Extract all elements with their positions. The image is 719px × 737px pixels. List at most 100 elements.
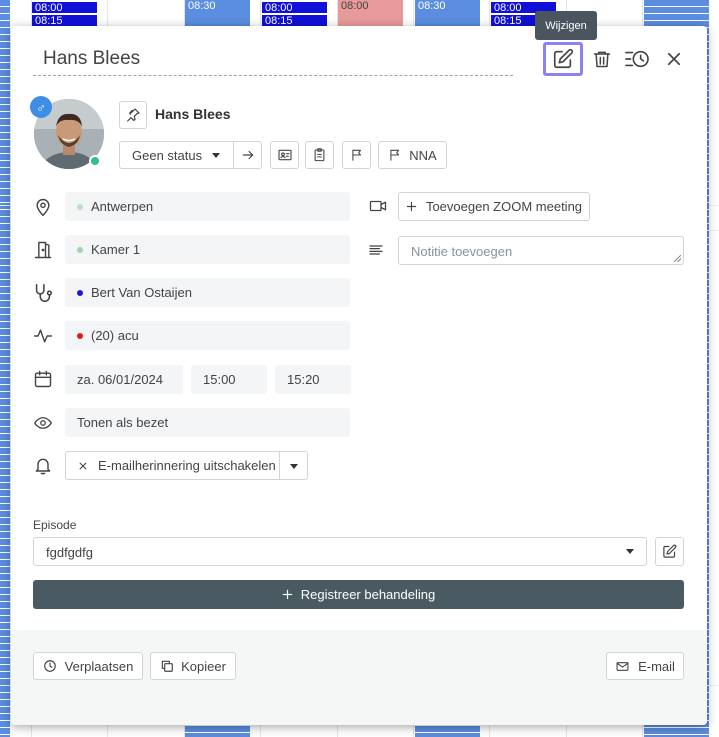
email-label: E-mail	[638, 658, 675, 674]
notes-placeholder: Notitie toevoegen	[411, 244, 513, 259]
patient-card-button[interactable]	[270, 141, 299, 169]
slot-time: 08:00	[265, 2, 293, 13]
dialog-title[interactable]: Hans Blees	[33, 46, 513, 76]
register-label: Registreer behandeling	[300, 587, 436, 602]
clipboard-button[interactable]	[305, 141, 334, 169]
calendar-icon	[31, 367, 55, 391]
eye-icon	[31, 411, 55, 435]
stethoscope-icon	[31, 281, 55, 305]
practitioner-field[interactable]: Bert Van Ostaijen	[65, 278, 350, 307]
start-time-value: 15:00	[203, 372, 236, 387]
history-icon	[625, 50, 649, 68]
slot-time: 08:15	[265, 15, 293, 26]
episode-label: Episode	[33, 518, 77, 532]
practitioner-value: Bert Van Ostaijen	[91, 285, 192, 300]
status-value: Geen status	[132, 147, 203, 163]
slot-time: 08:00	[341, 0, 369, 12]
add-zoom-meeting-button[interactable]: Toevoegen ZOOM meeting	[398, 192, 590, 221]
online-status-dot	[89, 155, 101, 167]
trash-icon	[593, 51, 611, 68]
plus-icon	[282, 589, 292, 600]
gender-male-badge: ♂	[30, 96, 52, 118]
edit-episode-button[interactable]	[655, 537, 684, 566]
calendar-appointment[interactable]: 08:15	[32, 15, 97, 26]
reminder-button[interactable]: E-mailherinnering uitschakelen	[65, 451, 280, 480]
zoom-label: Toevoegen ZOOM meeting	[425, 199, 583, 214]
move-button[interactable]: Verplaatsen	[33, 652, 143, 680]
pin-icon	[127, 108, 140, 122]
notes-icon	[364, 238, 388, 262]
arrow-right-icon	[242, 150, 253, 160]
close-icon	[79, 462, 87, 469]
room-dot	[77, 246, 83, 253]
nna-flag-button[interactable]: NNA	[378, 141, 447, 169]
start-time-field[interactable]: 15:00	[191, 365, 267, 394]
calendar-appointment[interactable]: 08:30	[415, 0, 480, 26]
calendar-appointment[interactable]: 08:00	[32, 2, 97, 13]
room-field[interactable]: Kamer 1	[65, 235, 350, 264]
treatment-field[interactable]: (20) acu	[65, 321, 350, 350]
patient-name[interactable]: Hans Blees	[155, 106, 230, 122]
calendar-appointment[interactable]: 08:15	[262, 15, 327, 26]
copy-label: Kopieer	[181, 658, 226, 674]
close-button[interactable]	[657, 43, 691, 75]
status-dropdown[interactable]: Geen status	[119, 141, 234, 169]
slot-time: 08:30	[418, 0, 446, 12]
history-button[interactable]	[620, 43, 654, 75]
plus-icon	[406, 201, 417, 212]
chevron-down-icon	[212, 153, 220, 158]
date-field[interactable]: za. 06/01/2024	[65, 365, 183, 394]
move-label: Verplaatsen	[64, 658, 134, 674]
calendar-appointment[interactable]: 08:00	[338, 0, 403, 26]
clock-icon	[43, 660, 56, 672]
episode-value: fgdfgdfg	[46, 545, 93, 560]
room-value: Kamer 1	[91, 242, 141, 257]
reminder-label: E-mailherinnering uitschakelen	[98, 458, 276, 473]
flag-icon	[390, 149, 400, 161]
clipboard-icon	[314, 148, 325, 162]
calendar-stripe	[0, 0, 10, 737]
nna-label: NNA	[409, 147, 437, 163]
reminder-dropdown-button[interactable]	[279, 451, 308, 480]
chevron-down-icon	[626, 549, 634, 554]
resize-grip-icon[interactable]	[674, 255, 681, 262]
bell-icon	[31, 454, 55, 478]
slot-time: 08:30	[188, 0, 216, 12]
treatment-dot	[77, 332, 83, 339]
location-icon	[31, 195, 55, 219]
copy-button[interactable]: Kopieer	[150, 652, 236, 680]
door-icon	[31, 238, 55, 262]
flag-icon	[351, 149, 361, 161]
edit-icon	[663, 544, 677, 558]
copy-icon	[161, 660, 173, 672]
treatment-value: (20) acu	[91, 328, 139, 343]
visibility-field[interactable]: Tonen als bezet	[65, 408, 350, 437]
end-time-field[interactable]: 15:20	[275, 365, 351, 394]
activity-icon	[31, 324, 55, 348]
end-time-value: 15:20	[287, 372, 320, 387]
notes-textarea[interactable]: Notitie toevoegen	[398, 236, 684, 265]
practitioner-dot	[77, 289, 83, 296]
calendar-appointment[interactable]: 08:30	[185, 0, 250, 26]
episode-select[interactable]: fgdfgdfg	[33, 537, 647, 566]
delete-button[interactable]	[585, 43, 619, 75]
status-next-button[interactable]	[233, 141, 262, 169]
edit-button[interactable]	[543, 42, 583, 76]
video-icon	[366, 194, 390, 218]
slot-time: 08:15	[35, 15, 63, 26]
email-button[interactable]: E-mail	[606, 652, 684, 680]
chevron-down-icon	[290, 464, 298, 469]
visibility-value: Tonen als bezet	[77, 415, 169, 430]
flag-button[interactable]	[342, 141, 371, 169]
register-treatment-button[interactable]: Registreer behandeling	[33, 580, 684, 609]
location-field[interactable]: Antwerpen	[65, 192, 350, 221]
mail-icon	[616, 661, 629, 671]
calendar-appointment[interactable]: 08:00	[262, 2, 327, 13]
edit-icon	[553, 48, 574, 69]
slot-time: 08:00	[35, 2, 63, 13]
slot-time: 08:15	[494, 15, 522, 26]
pin-button[interactable]	[119, 101, 147, 129]
close-icon	[667, 52, 681, 66]
location-dot	[77, 203, 83, 210]
edit-tooltip: Wijzigen	[535, 11, 597, 40]
